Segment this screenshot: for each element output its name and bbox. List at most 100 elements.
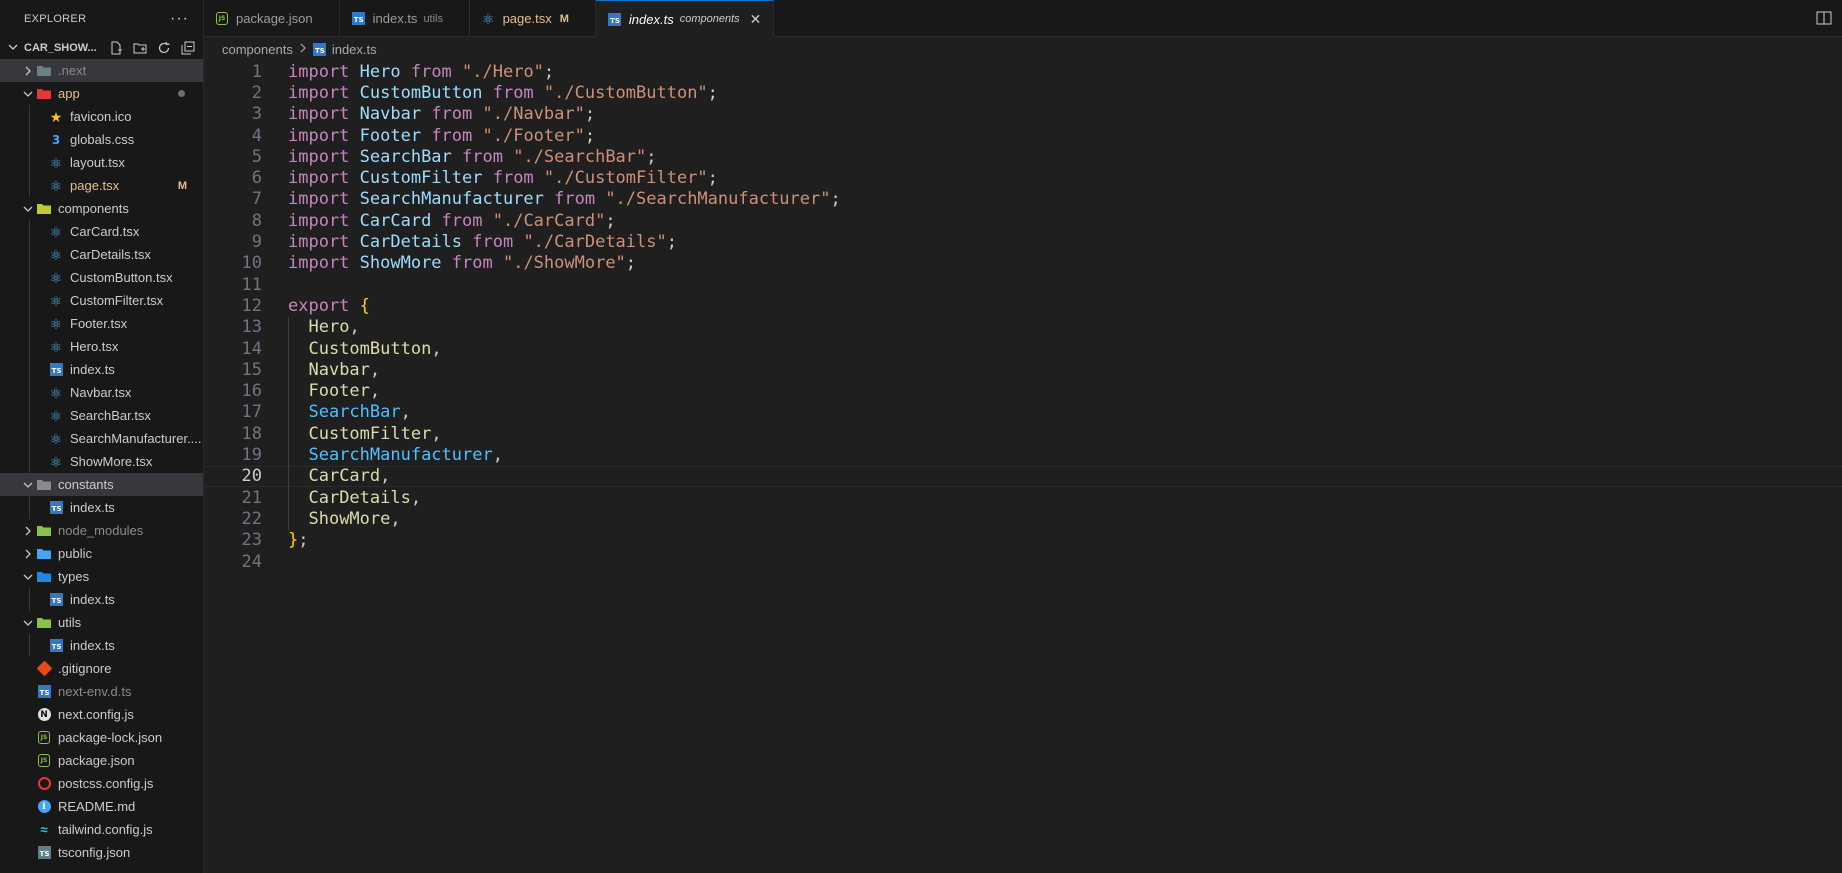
code-editor[interactable]: 1 import Hero from "./Hero"; 2 import Custo… [204,61,1842,873]
breadcrumb-file[interactable]: index.ts [332,42,377,57]
file-row[interactable]: ≈ tailwind.config.js [0,818,203,841]
chevron-down-icon[interactable] [20,201,36,217]
tree-item-label: Navbar.tsx [70,385,132,400]
split-editor-icon[interactable] [1806,0,1842,36]
indent-guide [29,588,30,611]
code-token: SearchBar [308,402,401,423]
file-row[interactable]: ★ favicon.ico [0,105,203,128]
chevron-down-icon[interactable] [20,477,36,493]
code-token: , [410,487,422,508]
editor-tab[interactable]: TS index.ts utils [340,0,470,37]
file-row[interactable]: ⚛ layout.tsx [0,151,203,174]
file-row[interactable]: 3 globals.css [0,128,203,151]
code-line: 22 ShowMore, [204,508,1842,529]
file-row[interactable]: ⚛ CustomFilter.tsx [0,289,203,312]
file-row[interactable]: ⚛ Navbar.tsx [0,381,203,404]
editor-tab[interactable]: ⚛ page.tsx M [470,0,596,37]
editor-tab[interactable]: TS index.ts components ✕ [595,0,775,37]
code-text: SearchManufacturer, [288,445,502,465]
folder-row[interactable]: constants [0,473,203,496]
folder-row[interactable]: app [0,82,203,105]
typescript-file-icon: TS [351,12,365,25]
file-row[interactable]: JS package-lock.json [0,726,203,749]
file-row[interactable]: Nnext.config.js [0,703,203,726]
code-token: from [451,146,514,167]
code-token: ShowMore [308,508,391,529]
tree-item-label: ShowMore.tsx [70,454,153,469]
code-token: SearchBar [359,146,452,167]
tree-item-label: types [58,569,90,584]
file-row[interactable]: ⚛ CustomButton.tsx [0,266,203,289]
folder-icon [36,477,52,493]
code-text: import SearchManufacturer from "./Search… [288,189,841,209]
file-row[interactable]: ⚛ CarDetails.tsx [0,243,203,266]
tailwind-icon: ≈ [40,822,48,837]
folder-row[interactable]: types [0,565,203,588]
code-token: Navbar [308,359,370,380]
project-root[interactable]: CAR_SHOW... [0,37,203,59]
file-row[interactable]: TS index.ts [0,496,203,519]
file-row[interactable]: TS index.ts [0,634,203,657]
react-file-icon: ⚛ [482,10,495,27]
code-token: "./Footer" [482,125,585,146]
file-row[interactable]: JS package.json [0,749,203,772]
typescript-file-icon: TS [607,12,621,26]
file-row[interactable]: ⚛ CarCard.tsx [0,220,203,243]
code-token: from [441,253,503,274]
file-row[interactable]: TS index.ts [0,588,203,611]
code-text: CarCard, [288,466,390,486]
file-row[interactable]: ⚛ SearchManufacturer.... [0,427,203,450]
tree-item-label: CarCard.tsx [70,224,140,239]
file-row[interactable]: ⚛ Hero.tsx [0,335,203,358]
refresh-icon[interactable] [155,40,173,56]
tree-item-label: SearchManufacturer.... [70,431,202,446]
file-row[interactable]: TS index.ts [0,358,203,381]
breadcrumb: components TS index.ts [204,37,1842,61]
code-token: , [431,338,442,359]
file-row[interactable]: ⚛ ShowMore.tsx [0,450,203,473]
code-text: CustomFilter, [288,424,441,444]
file-row[interactable]: ⚛ page.tsx M [0,174,203,197]
folder-row[interactable]: components [0,197,203,220]
code-token: ; [298,530,309,551]
editor-tab[interactable]: JS package.json [204,0,340,37]
code-token: from [400,61,463,82]
file-row[interactable]: ⚛ SearchBar.tsx [0,404,203,427]
close-icon[interactable]: ✕ [750,11,762,28]
new-folder-icon[interactable] [131,40,149,56]
indent-guide [29,266,30,289]
code-token: from [482,82,544,103]
file-row[interactable]: i README.md [0,795,203,818]
chevron-down-icon[interactable] [20,86,36,102]
code-token: import [288,189,360,210]
editor-tab-bar: JS package.json TS index.ts utils ⚛ page.tsx M T… [204,0,1842,37]
chevron-right-icon[interactable] [20,546,36,562]
code-line: 14 CustomButton, [204,338,1842,359]
chevron-down-icon[interactable] [20,569,36,585]
folder-row[interactable]: utils [0,611,203,634]
folder-icon [36,615,52,631]
folder-row[interactable]: node_modules [0,519,203,542]
file-row[interactable]: ⚛ Footer.tsx [0,312,203,335]
chevron-down-icon[interactable] [20,615,36,631]
file-row[interactable]: TS next-env.d.ts [0,680,203,703]
tree-item-label: page.tsx [70,178,120,193]
line-number: 17 [241,402,262,423]
breadcrumb-folder[interactable]: components [222,42,293,57]
chevron-down-icon[interactable] [8,42,24,55]
new-file-icon[interactable] [107,40,125,56]
chevron-right-icon[interactable] [20,523,36,539]
line-number: 5 [251,146,262,167]
folder-row[interactable]: public [0,542,203,565]
folder-row[interactable]: .next [0,59,203,82]
collapse-all-icon[interactable] [179,40,197,56]
more-actions-icon[interactable]: ··· [170,10,189,28]
file-row[interactable]: postcss.config.js [0,772,203,795]
file-row[interactable]: .gitignore [0,657,203,680]
folder-icon [36,569,52,585]
chevron-right-icon[interactable] [20,63,36,79]
code-token: ShowMore [359,253,442,274]
file-row[interactable]: TS tsconfig.json [0,841,203,864]
indent-guide [29,174,30,197]
